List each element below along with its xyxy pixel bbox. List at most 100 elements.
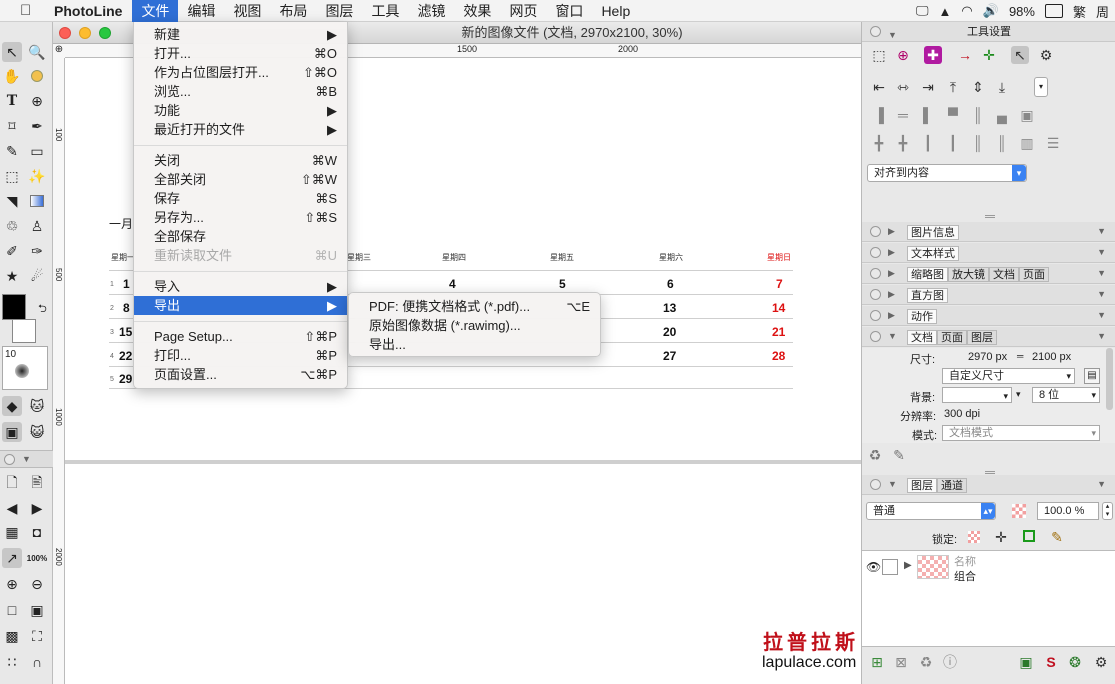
menu-item-browse[interactable]: 浏览... ⌘B [134, 82, 347, 101]
menu-item-export-pdf[interactable]: PDF: 便携文档格式 (*.pdf)... ⌥E [349, 297, 600, 316]
marquee-tool-icon[interactable]: ⬚ [2, 166, 22, 186]
camera-icon[interactable]: ◘ [27, 522, 47, 542]
add-icon[interactable]: ✚ [924, 46, 942, 64]
display-icon[interactable]: 🖵 [916, 3, 929, 19]
tab-document[interactable]: 文档 [907, 330, 937, 345]
resize-handle[interactable] [985, 471, 995, 474]
space-even2-icon[interactable]: ║ [993, 134, 1011, 152]
blend-mode-select[interactable]: 普通 ▴▾ [866, 502, 996, 520]
tab-image-info[interactable]: 图片信息 [907, 225, 959, 240]
height-value[interactable]: 2100 px [1032, 351, 1071, 363]
distribute-top-icon[interactable]: ▀ [944, 106, 962, 124]
text-doc-icon[interactable]: 🖹 [27, 474, 47, 494]
resolution-value[interactable]: 300 dpi [944, 408, 980, 420]
penguin-icon[interactable]: ▲ [939, 4, 952, 19]
palette-close-icon[interactable] [4, 454, 15, 465]
text-tool-icon[interactable]: T [2, 91, 22, 111]
info-icon[interactable]: ⓘ [941, 653, 959, 671]
mask-select-icon[interactable]: ▣ [2, 422, 22, 442]
menu-item-print[interactable]: 打印... ⌘P [134, 346, 347, 365]
tab-channels[interactable]: 通道 [937, 478, 967, 493]
menu-layer[interactable]: 图层 [316, 0, 362, 22]
space-even-icon[interactable]: ║ [969, 134, 987, 152]
trash-icon[interactable]: ♻ [866, 446, 884, 464]
panel-expand-icon[interactable]: ▶ [888, 226, 895, 237]
delete-layer-icon[interactable]: ⊠ [892, 653, 910, 671]
input-method-icon[interactable]: 繁 [1073, 2, 1086, 21]
link-icon[interactable]: ═ [1017, 351, 1023, 361]
panel-expand-icon[interactable]: ▶ [888, 247, 895, 258]
distribute-bottom-icon[interactable]: ▄ [993, 106, 1011, 124]
tab-layers[interactable]: 图层 [967, 330, 997, 345]
align-hcenter-icon[interactable]: ⇿ [894, 78, 912, 96]
panel-collapse-icon[interactable]: ▼ [888, 479, 897, 489]
menu-item-open[interactable]: 打开... ⌘O [134, 44, 347, 63]
opacity-stepper[interactable]: ▴ ▾ [1102, 502, 1113, 520]
tab-text-style[interactable]: 文本样式 [907, 246, 959, 261]
new-doc-icon[interactable]: 🗋 [2, 474, 22, 494]
arrow-tool-icon[interactable]: ↖ [2, 42, 22, 62]
distribute-box-icon[interactable]: ▣ [1018, 106, 1036, 124]
panel-menu-icon[interactable]: ▼ [1097, 331, 1106, 341]
cat-icon[interactable]: 🐱 [27, 396, 47, 416]
panel-expand-icon[interactable]: ▶ [888, 310, 895, 321]
lock-frame-icon[interactable] [1023, 530, 1035, 542]
space-h-icon[interactable]: ╋ [870, 134, 888, 152]
align-to-select[interactable]: 对齐到内容 ▾ [867, 164, 1027, 182]
wifi-icon[interactable]: ◠ [961, 3, 972, 19]
panel-close-icon[interactable] [870, 331, 881, 342]
brush-preview[interactable]: 10 [2, 346, 48, 390]
menu-item-recent[interactable]: 最近打开的文件 ▶ [134, 120, 347, 139]
panel-menu-icon[interactable]: ▼ [1097, 226, 1106, 236]
apple-icon[interactable]:  [20, 2, 42, 19]
panel-collapse-icon[interactable]: ▼ [888, 25, 897, 45]
magic-wand-tool-icon[interactable]: ✨ [27, 166, 47, 186]
fullscreen-icon[interactable]: ⛶ [27, 626, 47, 646]
distribute-right-icon[interactable]: ▌ [919, 106, 937, 124]
menu-view[interactable]: 视图 [224, 0, 270, 22]
mask-mode-icon[interactable]: ◆ [2, 396, 22, 416]
space-h2-icon[interactable]: ╋ [894, 134, 912, 152]
panel-close-icon[interactable] [870, 247, 881, 258]
menu-item-save[interactable]: 保存 ⌘S [134, 189, 347, 208]
panel-close-icon[interactable] [870, 310, 881, 321]
script-icon[interactable]: S [1042, 653, 1060, 671]
menu-item-functions[interactable]: 功能 ▶ [134, 101, 347, 120]
menu-item-open-placeholder[interactable]: 作为占位图层打开... ⇧⌘O [134, 63, 347, 82]
dodge-tool-icon[interactable]: ✑ [27, 241, 47, 261]
lock-transparency-icon[interactable] [968, 531, 980, 543]
sparkle-tool-icon[interactable]: ☄ [27, 266, 47, 286]
menu-item-close-all[interactable]: 全部关闭 ⇧⌘W [134, 170, 347, 189]
zoom-window-button[interactable] [99, 27, 111, 39]
gradient-tool-icon[interactable] [27, 191, 47, 211]
paint-bucket-tool-icon[interactable]: ◥ [2, 191, 22, 211]
pointer-icon[interactable]: ↖ [1011, 46, 1029, 64]
tab-actions[interactable]: 动作 [907, 309, 937, 324]
replace-color-tool-icon[interactable]: ♲ [2, 216, 22, 236]
menu-filter[interactable]: 滤镜 [408, 0, 454, 22]
align-vcenter-icon[interactable]: ⇕ [969, 78, 987, 96]
menu-item-new[interactable]: 新建 ▶ [134, 25, 347, 44]
panel-menu-icon[interactable]: ▼ [1097, 247, 1106, 257]
mode-select[interactable]: 文档模式 ▾ [942, 425, 1100, 441]
layer-select-box[interactable] [882, 559, 898, 575]
background-color-swatch[interactable] [12, 319, 36, 343]
space-v-icon[interactable]: ┃ [919, 134, 937, 152]
panel-close-icon[interactable] [870, 226, 881, 237]
bitdepth-select[interactable]: 8 位 ▾ [1032, 387, 1100, 403]
menu-effects[interactable]: 效果 [454, 0, 500, 22]
eraser-tool-icon[interactable]: ▭ [27, 141, 47, 161]
close-window-button[interactable] [59, 27, 71, 39]
panel-menu-icon[interactable]: ▼ [1097, 268, 1106, 278]
panel-close-icon[interactable] [870, 26, 881, 37]
tab-histogram[interactable]: 直方图 [907, 288, 948, 303]
menu-edit[interactable]: 编辑 [178, 0, 224, 22]
layer-row[interactable]: 👁 ▶ 名称 组合 [862, 551, 1115, 585]
app-name[interactable]: PhotoLine [54, 3, 122, 19]
distribute-middle-icon[interactable]: ║ [969, 106, 987, 124]
ellipse-tool-icon[interactable] [27, 66, 47, 86]
zoom-out-icon[interactable]: ⊖ [27, 574, 47, 594]
dots-grid-icon[interactable]: ∷ [2, 652, 22, 672]
tab-document[interactable]: 文档 [989, 267, 1019, 282]
menu-item-page-setup-en[interactable]: Page Setup... ⇧⌘P [134, 327, 347, 346]
